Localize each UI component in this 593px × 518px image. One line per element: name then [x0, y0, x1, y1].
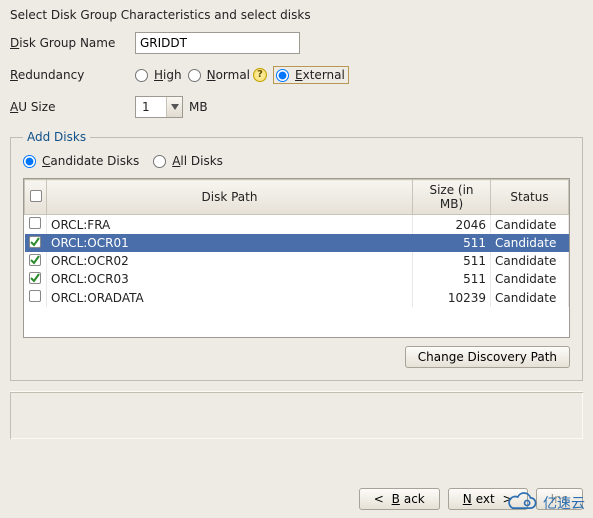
table-row[interactable]: ORCL:OCR01511Candidate	[25, 234, 569, 252]
redundancy-group: High Normal ? External	[135, 66, 349, 84]
disk-table[interactable]: Disk Path Size (in MB) Status ORCL:FRA20…	[23, 178, 570, 338]
next-button[interactable]: Next >	[448, 488, 528, 510]
cell-status: Candidate	[491, 215, 569, 235]
cell-size: 10239	[413, 288, 491, 307]
row-checkbox[interactable]	[29, 290, 41, 302]
select-all-checkbox[interactable]	[25, 180, 47, 215]
col-size[interactable]: Size (in MB)	[413, 180, 491, 215]
cell-size: 511	[413, 270, 491, 288]
cell-status: Candidate	[491, 234, 569, 252]
chevron-down-icon[interactable]	[166, 97, 182, 117]
lower-panel	[10, 391, 583, 439]
au-size-unit: MB	[189, 100, 208, 114]
col-status[interactable]: Status	[491, 180, 569, 215]
page-title: Select Disk Group Characteristics and se…	[10, 8, 583, 22]
back-button[interactable]: < Back	[359, 488, 440, 510]
redundancy-label: Redundancy	[10, 68, 135, 82]
table-row[interactable]: ORCL:FRA2046Candidate	[25, 215, 569, 235]
table-row[interactable]: ORCL:ORADATA10239Candidate	[25, 288, 569, 307]
change-discovery-path-button[interactable]: Change Discovery Path	[405, 346, 570, 368]
row-checkbox[interactable]	[29, 217, 41, 229]
cell-path: ORCL:FRA	[47, 215, 413, 235]
cell-path: ORCL:ORADATA	[47, 288, 413, 307]
au-size-value: 1	[142, 100, 150, 114]
au-size-select[interactable]: 1	[135, 96, 183, 118]
table-row[interactable]: ORCL:OCR02511Candidate	[25, 252, 569, 270]
disk-group-name-label: Disk Group Name	[10, 36, 135, 50]
install-button: Ins	[536, 488, 583, 510]
cell-size: 511	[413, 234, 491, 252]
au-size-label: AU Size	[10, 100, 135, 114]
wizard-footer: < Back Next > Ins	[0, 488, 593, 510]
table-row[interactable]: ORCL:OCR03511Candidate	[25, 270, 569, 288]
all-disks-radio[interactable]: All Disks	[153, 154, 223, 168]
help-icon[interactable]: ?	[253, 68, 267, 82]
row-checkbox[interactable]	[29, 254, 41, 266]
cell-status: Candidate	[491, 252, 569, 270]
add-disks-group: Add Disks Candidate Disks All Disks Disk…	[10, 130, 583, 381]
redundancy-external[interactable]: External	[276, 68, 345, 82]
cell-status: Candidate	[491, 288, 569, 307]
cell-size: 2046	[413, 215, 491, 235]
cell-size: 511	[413, 252, 491, 270]
redundancy-high[interactable]: High	[135, 68, 182, 82]
cell-path: ORCL:OCR03	[47, 270, 413, 288]
cell-path: ORCL:OCR01	[47, 234, 413, 252]
col-disk-path[interactable]: Disk Path	[47, 180, 413, 215]
add-disks-legend: Add Disks	[23, 130, 90, 144]
row-checkbox[interactable]	[29, 236, 41, 248]
redundancy-normal[interactable]: Normal ?	[188, 68, 267, 82]
candidate-disks-radio[interactable]: Candidate Disks	[23, 154, 139, 168]
cell-status: Candidate	[491, 270, 569, 288]
disk-group-name-input[interactable]	[135, 32, 300, 54]
row-checkbox[interactable]	[29, 272, 41, 284]
cell-path: ORCL:OCR02	[47, 252, 413, 270]
